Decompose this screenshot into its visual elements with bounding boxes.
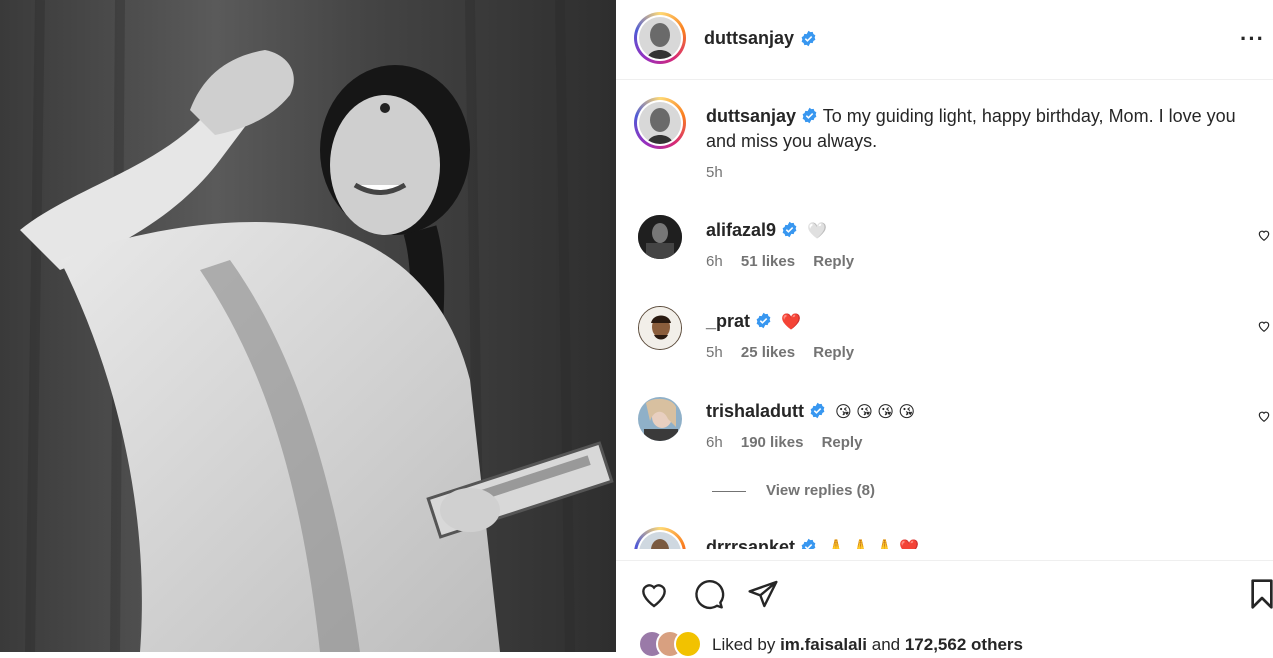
comment-text-block: _prat ❤️ — [706, 309, 801, 335]
comments-list[interactable]: duttsanjay To my guiding light, happy bi… — [616, 81, 1273, 549]
comment-row: drrrsanket 🙏 🙏 🙏 ❤️ — [616, 525, 1273, 549]
caption-avatar-ring[interactable] — [634, 97, 686, 149]
view-replies-label: View replies (8) — [766, 482, 875, 499]
reply-button[interactable]: Reply — [813, 344, 854, 361]
comment-row: trishaladutt 😘 😘 😘 😘 6h 190 likes Reply … — [616, 394, 1273, 514]
commenter-avatar[interactable] — [638, 215, 682, 259]
caption-username[interactable]: duttsanjay — [706, 106, 796, 126]
comment-text-block: trishaladutt 😘 😘 😘 😘 — [706, 399, 915, 425]
comment-username[interactable]: trishaladutt — [706, 401, 804, 421]
post-action-bar — [616, 560, 1273, 629]
liked-by-conj: and — [871, 635, 901, 654]
bookmark-icon[interactable] — [1246, 578, 1273, 610]
post-photo-illustration — [0, 0, 616, 652]
comment-time: 5h — [706, 344, 723, 361]
comment-meta: 6h 51 likes Reply — [706, 253, 854, 270]
commenter-avatar[interactable] — [638, 397, 682, 441]
post-photo[interactable] — [0, 0, 616, 652]
liker-avatar — [674, 630, 702, 658]
comment-row: _prat ❤️ 5h 25 likes Reply — [616, 304, 1273, 389]
verified-badge-icon — [810, 402, 825, 419]
comment-bubble-icon[interactable] — [693, 578, 725, 610]
comment-emoji: 🤍 — [807, 223, 827, 240]
post-sidebar: duttsanjay ··· duttsanjay To my guiding … — [616, 0, 1273, 658]
liked-by-user[interactable]: im.faisalali — [780, 635, 867, 654]
author-username[interactable]: duttsanjay — [704, 28, 794, 49]
verified-badge-icon — [802, 107, 817, 124]
verified-badge-icon — [801, 538, 816, 549]
comment-time: 6h — [706, 253, 723, 270]
comment-time: 6h — [706, 434, 723, 451]
comment-emoji: ❤️ — [781, 314, 801, 331]
comment-username[interactable]: alifazal9 — [706, 220, 776, 240]
comment-likes[interactable]: 51 likes — [741, 253, 795, 270]
liked-by-avatars[interactable] — [638, 630, 710, 658]
comment-like-heart-icon[interactable] — [1257, 228, 1271, 242]
author-avatar — [639, 17, 681, 59]
commenter-avatar-ring[interactable] — [634, 527, 686, 549]
view-replies-button[interactable]: View replies (8) — [712, 482, 875, 499]
comment-likes[interactable]: 25 likes — [741, 344, 795, 361]
comment-likes[interactable]: 190 likes — [741, 434, 804, 451]
comment-like-heart-icon[interactable] — [1257, 319, 1271, 333]
post-header: duttsanjay ··· — [616, 0, 1273, 80]
heart-icon[interactable] — [638, 578, 670, 610]
comment-like-heart-icon[interactable] — [1257, 409, 1271, 423]
reply-button[interactable]: Reply — [822, 434, 863, 451]
reply-button[interactable]: Reply — [813, 253, 854, 270]
more-options-button[interactable]: ··· — [1240, 26, 1265, 52]
comment-username[interactable]: drrrsanket — [706, 537, 795, 549]
view-replies-divider — [712, 490, 746, 492]
paper-plane-icon[interactable] — [747, 578, 779, 610]
comment-emoji: 😘 😘 😘 😘 — [835, 404, 916, 421]
caption-avatar — [639, 102, 681, 144]
caption-time: 5h — [706, 164, 723, 181]
commenter-avatar[interactable] — [638, 306, 682, 350]
liked-by-text: Liked by im.faisalali and 172,562 others — [712, 635, 1023, 655]
caption-row: duttsanjay To my guiding light, happy bi… — [616, 81, 1273, 196]
verified-badge-icon — [756, 312, 771, 329]
comment-text-block: drrrsanket 🙏 🙏 🙏 ❤️ — [706, 535, 919, 549]
caption-text-block: duttsanjay To my guiding light, happy bi… — [706, 104, 1246, 154]
verified-badge-icon — [782, 221, 797, 238]
comment-meta: 6h 190 likes Reply — [706, 434, 862, 451]
comment-meta: 5h 25 likes Reply — [706, 344, 854, 361]
comment-text-block: alifazal9 🤍 — [706, 218, 827, 244]
verified-badge-icon — [801, 30, 816, 47]
liked-by-prefix: Liked by — [712, 635, 776, 654]
comment-username[interactable]: _prat — [706, 311, 750, 331]
author-avatar-ring[interactable] — [634, 12, 686, 64]
comment-row: alifazal9 🤍 6h 51 likes Reply — [616, 213, 1273, 298]
liked-by-others[interactable]: 172,562 others — [905, 635, 1023, 654]
comment-emoji: 🙏 🙏 🙏 ❤️ — [826, 540, 920, 549]
